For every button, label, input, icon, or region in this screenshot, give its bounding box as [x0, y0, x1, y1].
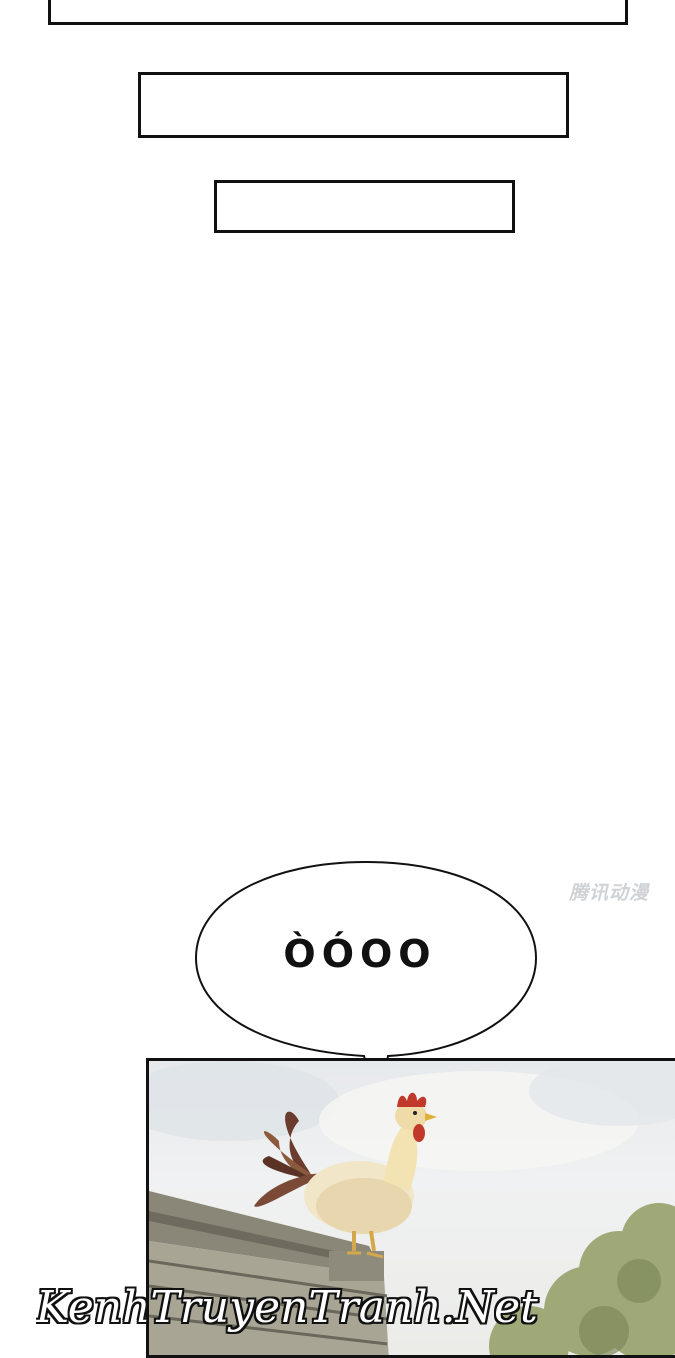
caption-box-3 [214, 180, 515, 233]
caption-box-2 [138, 72, 569, 138]
speech-bubble-text: ÒÓOO [283, 932, 437, 976]
caption-box-1 [48, 0, 628, 25]
publisher-watermark: 腾讯动漫 [568, 882, 649, 904]
site-watermark: KenhTruyenTranh.Net [36, 1282, 538, 1333]
